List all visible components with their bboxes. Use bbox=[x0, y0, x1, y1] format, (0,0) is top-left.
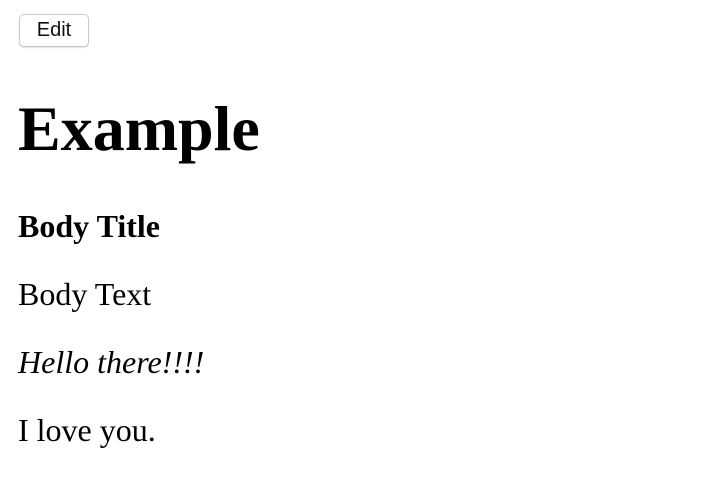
edit-button[interactable]: Edit bbox=[19, 14, 89, 47]
message-text: I love you. bbox=[18, 412, 156, 448]
body-text: Body Text bbox=[18, 276, 152, 312]
page-title: Example bbox=[18, 93, 260, 164]
body-title: Body Title bbox=[18, 208, 160, 244]
greeting-text: Hello there!!!! bbox=[18, 344, 205, 380]
